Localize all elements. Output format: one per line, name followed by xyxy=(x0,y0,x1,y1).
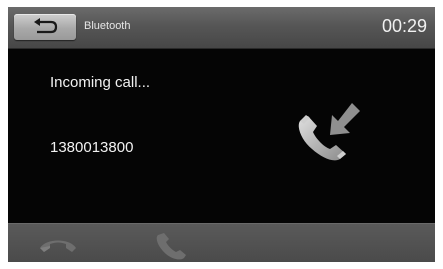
back-arrow-icon xyxy=(34,18,58,34)
clock: 00:29 xyxy=(381,16,427,36)
call-action-bar xyxy=(8,223,435,262)
header-title: Bluetooth xyxy=(84,20,131,32)
answer-call-icon xyxy=(156,233,186,260)
bluetooth-call-screen: Bluetooth 00:29 Incoming call... 1380013… xyxy=(8,7,435,262)
header-bar: Bluetooth 00:29 xyxy=(8,7,435,49)
back-button[interactable] xyxy=(14,14,76,40)
incoming-call-icon xyxy=(298,103,360,161)
reject-call-button[interactable] xyxy=(38,236,78,256)
answer-call-button[interactable] xyxy=(152,233,188,261)
hang-up-icon xyxy=(40,240,76,252)
call-status-text: Incoming call... xyxy=(50,74,151,91)
caller-number: 1380013800 xyxy=(50,139,134,156)
